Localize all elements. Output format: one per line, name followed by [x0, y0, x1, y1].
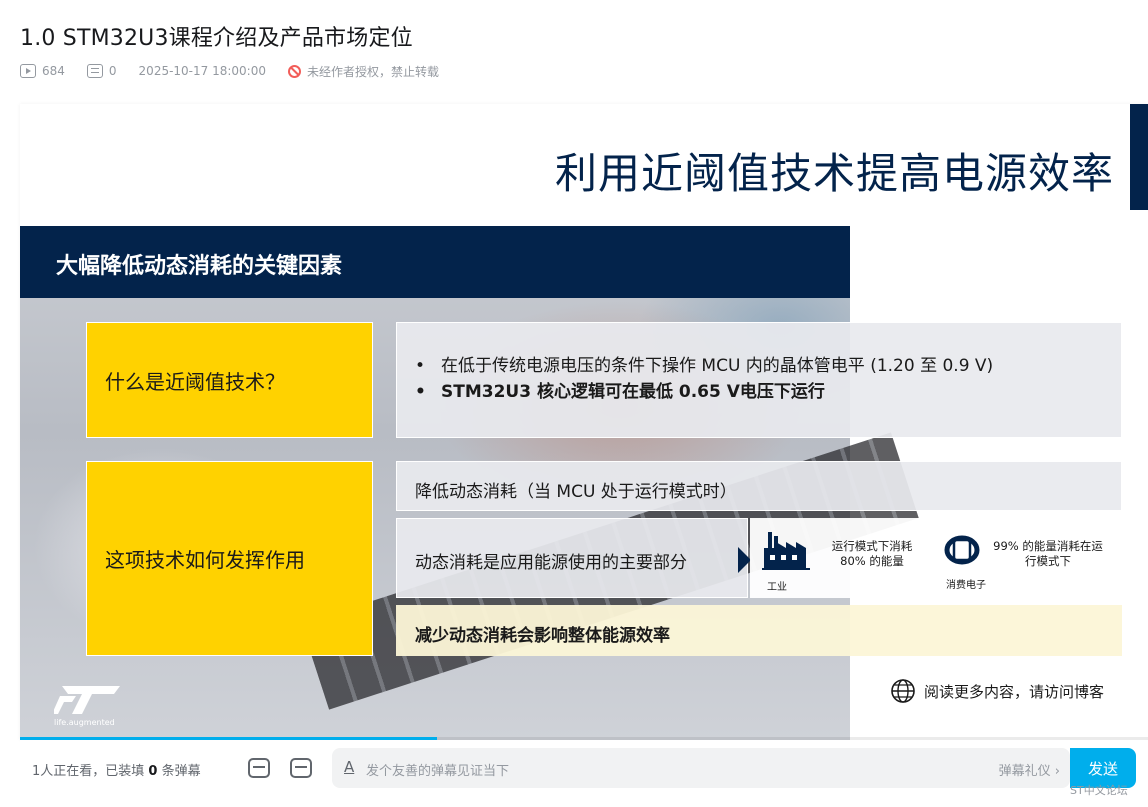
consumer-stat: 99% 的能量消耗在运 行模式下 — [993, 539, 1103, 568]
factory-icon — [762, 532, 810, 570]
answer-row-2-text: 动态消耗是应用能源使用的主要部分 — [415, 553, 687, 573]
slide-title: 利用近阈值技术提高电源效率 — [554, 149, 1114, 198]
danmaku-bar: 1人正在看，已装填 0 条弹幕 A 发个友善的弹幕见证当下 弹幕礼仪 › 发送 — [20, 740, 1148, 796]
st-logo-icon — [54, 686, 120, 714]
video-page: 1.0 STM32U3课程介绍及产品市场定位 684 0 2025-10-17 … — [0, 0, 1148, 807]
st-tagline: life.augmented — [54, 718, 115, 727]
globe-icon — [891, 679, 915, 703]
question-box-1: 什么是近阈值技术？ — [86, 322, 373, 438]
play-count-icon — [20, 64, 36, 78]
danmaku-placeholder: 发个友善的弹幕见证当下 — [366, 764, 510, 779]
danmaku-etiquette-link[interactable]: 弹幕礼仪 › — [999, 760, 1060, 779]
industry-label: 工业 — [767, 582, 787, 593]
consumer-label: 消费电子 — [946, 580, 986, 591]
danmaku-style-icon[interactable]: A — [344, 758, 354, 776]
answer-row-3-text: 减少动态消耗会影响整体能源效率 — [415, 626, 670, 646]
no-repost-icon — [288, 64, 301, 78]
question-box-2: 这项技术如何发挥作用 — [86, 461, 373, 656]
answer-box-1: • 在低于传统电源电压的条件下操作 MCU 内的晶体管电平 (1.20 至 0.9… — [396, 322, 1122, 438]
slide-header: 利用近阈值技术提高电源效率 — [20, 104, 1148, 226]
view-count: 684 — [42, 64, 65, 78]
video-title: 1.0 STM32U3课程介绍及产品市场定位 — [20, 26, 413, 51]
danmaku-toggle-icon[interactable] — [248, 758, 270, 778]
read-more-link[interactable]: 阅读更多内容，请访问博客 — [890, 678, 1104, 704]
video-meta: 684 0 2025-10-17 18:00:00 未经作者授权，禁止转载 — [20, 62, 439, 80]
answer-point-1: • 在低于传统电源电压的条件下操作 MCU 内的晶体管电平 (1.20 至 0.9… — [415, 356, 994, 376]
wearable-icon — [944, 535, 980, 565]
industry-stat: 运行模式下消耗 80% 的能量 — [831, 539, 913, 568]
forum-watermark: ST中文论坛 — [1070, 784, 1128, 797]
danmaku-count-icon — [86, 64, 103, 78]
slide-edge-bar — [1130, 104, 1148, 210]
danmaku-count: 0 — [108, 64, 117, 78]
copyright-notice: 未经作者授权，禁止转载 — [307, 64, 440, 79]
read-more-text: 阅读更多内容，请访问博客 — [924, 682, 1105, 701]
video-player[interactable]: 利用近阈值技术提高电源效率 大幅降低动态消耗的关键因素 什么是近阈值技术？ • 在… — [20, 104, 1148, 740]
viewer-status: 1人正在看，已装填 0 条弹幕 — [32, 764, 201, 779]
slide-subtitle: 大幅降低动态消耗的关键因素 — [56, 254, 343, 279]
danmaku-settings-icon[interactable] — [290, 758, 312, 778]
danmaku-input[interactable]: A 发个友善的弹幕见证当下 弹幕礼仪 › — [332, 748, 1070, 788]
answer-row-1-text: 降低动态消耗（当 MCU 处于运行模式时） — [415, 482, 737, 502]
publish-date: 2025-10-17 18:00:00 — [138, 64, 266, 78]
answer-point-2: • STM32U3 核心逻辑可在最低 0.65 V电压下运行 — [415, 382, 825, 402]
